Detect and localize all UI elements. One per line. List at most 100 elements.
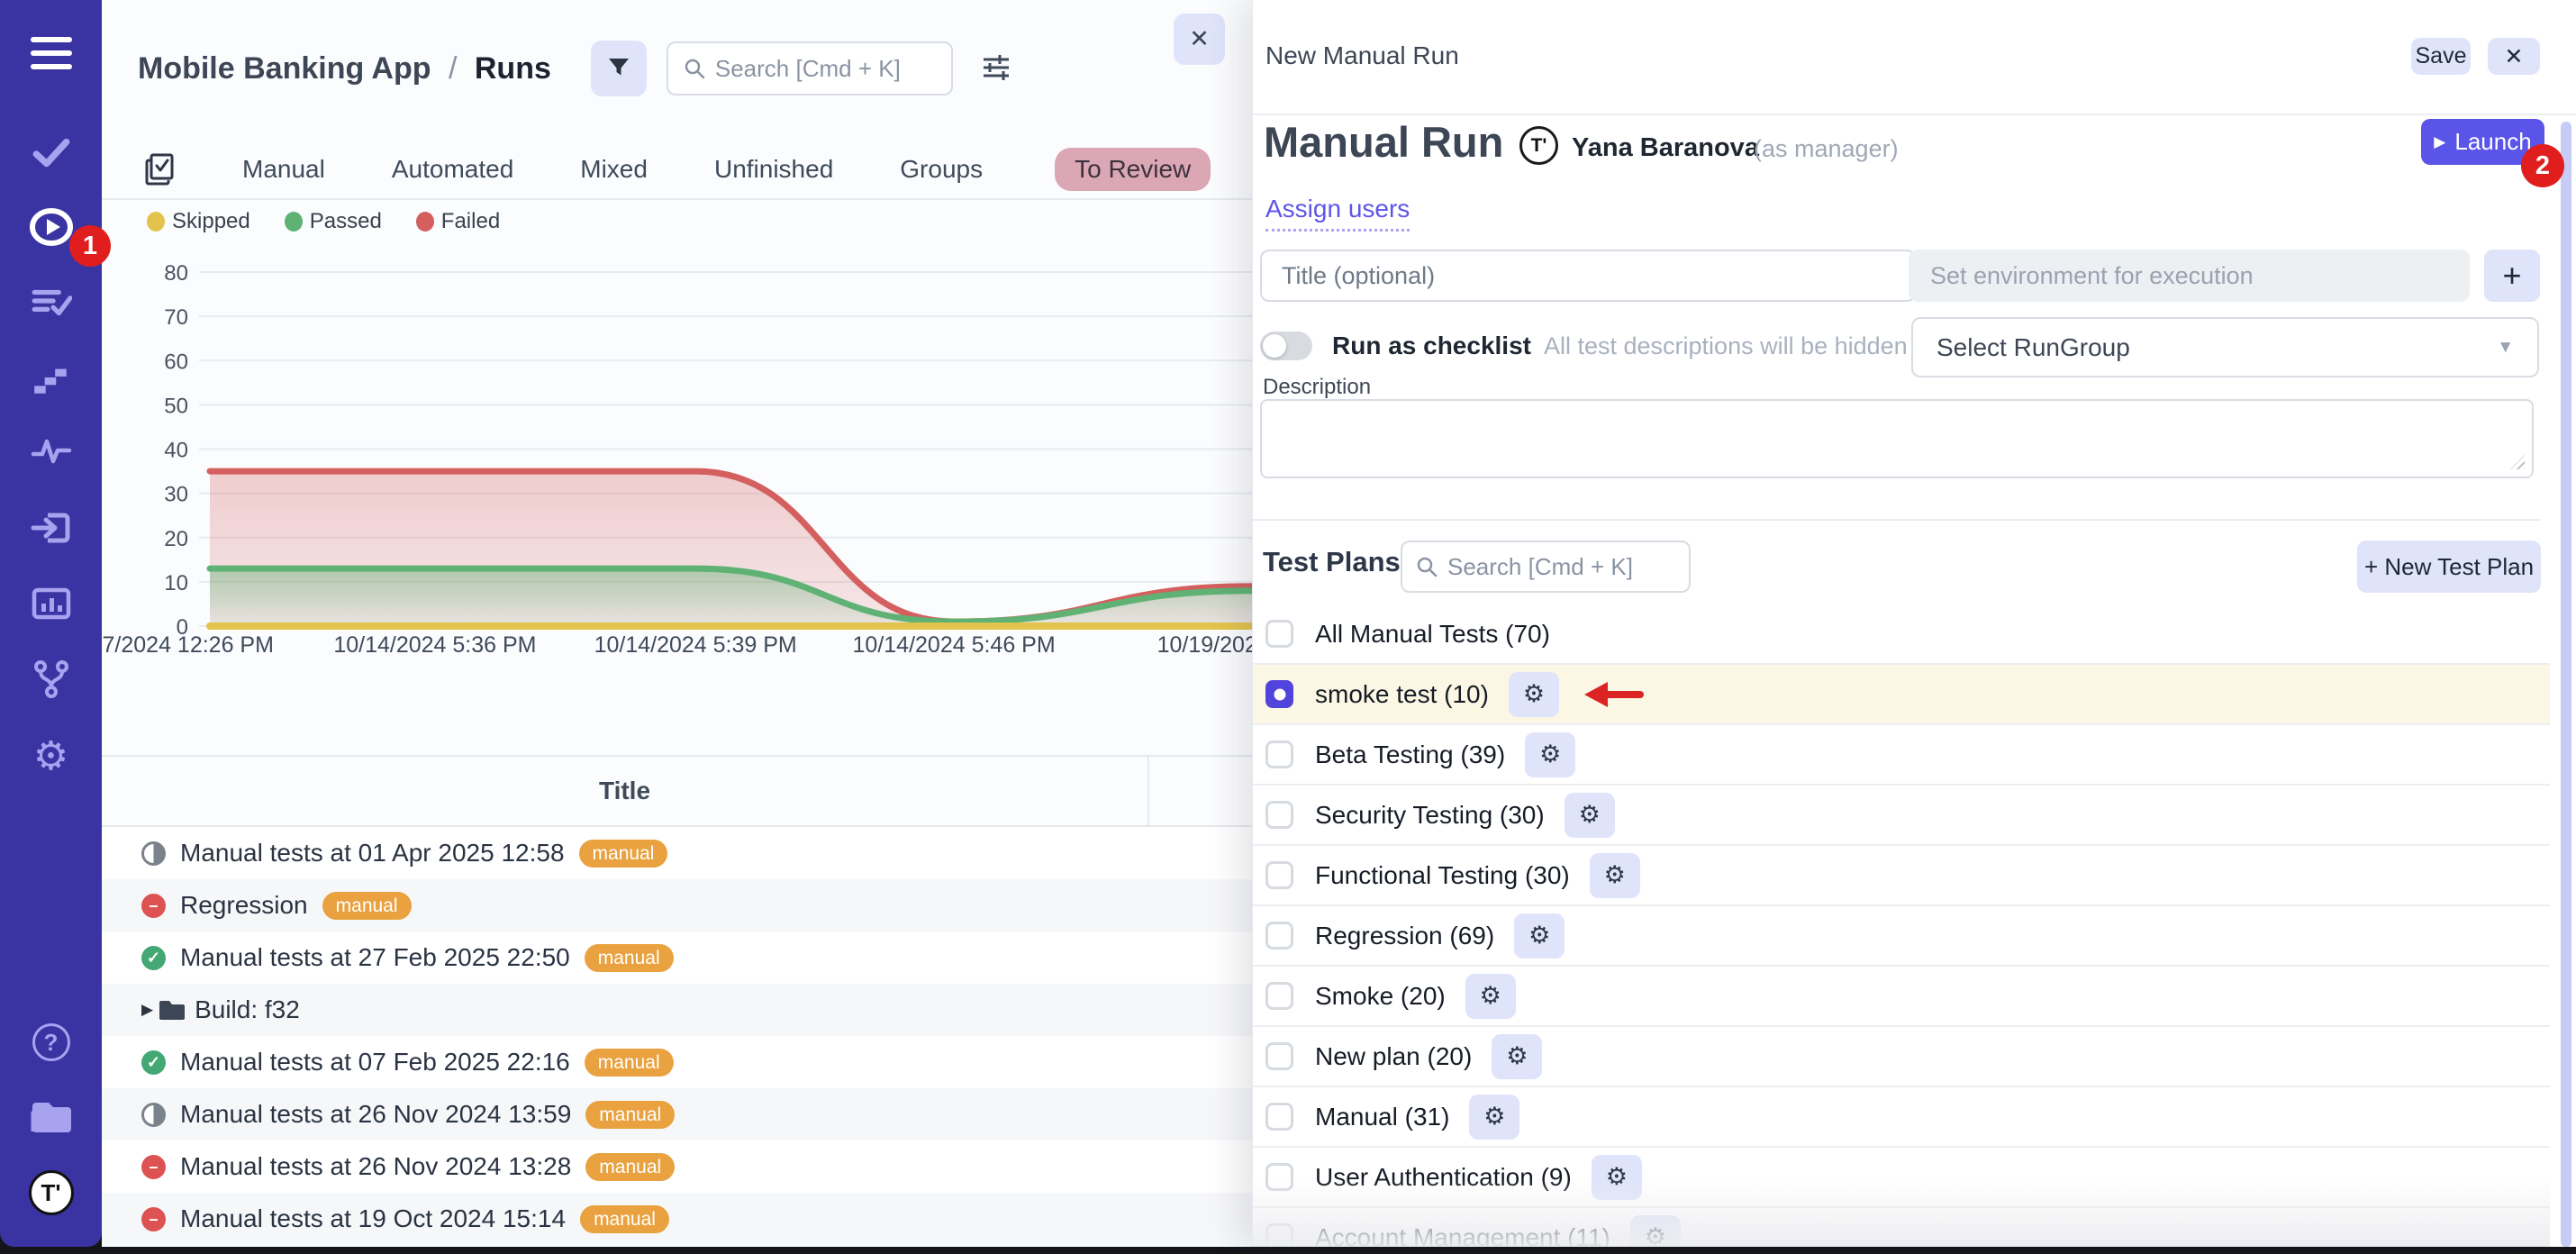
run-table-row[interactable]: ✓Manual tests at 27 Feb 2025 22:50manual — [102, 931, 1252, 984]
runs-play-icon[interactable] — [28, 204, 75, 250]
steps-icon[interactable] — [28, 355, 75, 402]
test-plan-row[interactable]: Manual (31)⚙ — [1253, 1087, 2550, 1148]
run-as-checklist-toggle[interactable] — [1260, 332, 1312, 360]
runs-panel-close-button[interactable]: ✕ — [1174, 14, 1225, 65]
legend-label: Skipped — [172, 209, 250, 234]
runs-search-input[interactable] — [715, 55, 937, 83]
description-textarea[interactable] — [1260, 399, 2534, 478]
test-plan-checkbox[interactable] — [1265, 620, 1293, 648]
panel-close-button[interactable]: ✕ — [2488, 38, 2540, 75]
run-table-row[interactable]: ▶Build: f32 — [102, 984, 1252, 1036]
run-table-row[interactable]: Manual tests at 26 Nov 2024 13:59manual — [102, 1088, 1252, 1140]
test-plan-settings-gear-icon[interactable]: ⚙ — [1590, 853, 1640, 898]
test-plan-row[interactable]: Functional Testing (30)⚙ — [1253, 846, 2550, 906]
activity-pulse-icon[interactable] — [28, 429, 75, 476]
tab-automated[interactable]: Automated — [392, 155, 513, 184]
test-plan-row[interactable]: Security Testing (30)⚙ — [1253, 786, 2550, 846]
expand-caret-icon[interactable]: ▶ — [141, 1001, 153, 1019]
rungroup-select[interactable]: Select RunGroup ▼ — [1911, 317, 2539, 377]
tab-manual[interactable]: Manual — [242, 155, 325, 184]
test-plan-row[interactable]: User Authentication (9)⚙ — [1253, 1148, 2550, 1208]
import-icon[interactable] — [28, 504, 75, 551]
test-plan-checkbox[interactable] — [1265, 1042, 1293, 1070]
assign-users-link[interactable]: Assign users — [1265, 195, 1410, 232]
test-plans-heading: Test Plans — [1263, 546, 1401, 578]
checklist-tab-icon[interactable] — [143, 152, 176, 186]
section-divider — [1253, 519, 2541, 521]
legend-item-failed[interactable]: Failed — [416, 209, 500, 234]
test-plan-row[interactable]: New plan (20)⚙ — [1253, 1027, 2550, 1087]
test-plan-checkbox[interactable] — [1265, 1223, 1293, 1247]
help-icon[interactable]: ? — [28, 1019, 75, 1066]
run-table-row[interactable]: –Regressionmanual — [102, 879, 1252, 931]
run-table-row[interactable]: Manual tests at 01 Apr 2025 12:58manual — [102, 827, 1252, 879]
test-plans-icon[interactable] — [28, 278, 75, 325]
branches-icon[interactable] — [28, 656, 75, 703]
save-button[interactable]: Save — [2411, 38, 2471, 75]
run-title-text: Manual tests at 07 Feb 2025 22:16 — [180, 1048, 570, 1077]
folder-icon — [159, 998, 186, 1022]
tab-to-review[interactable]: To Review — [1055, 148, 1211, 191]
test-plan-settings-gear-icon[interactable]: ⚙ — [1509, 672, 1559, 717]
menu-icon[interactable] — [28, 30, 75, 77]
test-plans-search-input[interactable] — [1447, 553, 1676, 581]
tests-check-icon[interactable] — [28, 129, 75, 176]
tab-mixed[interactable]: Mixed — [580, 155, 648, 184]
test-plan-label: All Manual Tests (70) — [1315, 620, 1550, 649]
test-plan-settings-gear-icon[interactable]: ⚙ — [1514, 913, 1565, 959]
test-plan-checkbox[interactable] — [1265, 1103, 1293, 1131]
app-logo[interactable]: T' — [28, 1169, 75, 1216]
manager-role-suffix: (as manager) — [1754, 135, 1899, 163]
test-plan-settings-gear-icon[interactable]: ⚙ — [1630, 1215, 1681, 1248]
run-type-badge: manual — [585, 1049, 674, 1077]
test-plan-checkbox[interactable] — [1265, 801, 1293, 829]
test-plan-checkbox[interactable] — [1265, 922, 1293, 950]
view-settings-sliders-icon[interactable] — [978, 51, 1014, 86]
run-title-text: Manual tests at 19 Oct 2024 15:14 — [180, 1204, 566, 1233]
test-plans-search — [1401, 541, 1691, 593]
add-environment-button[interactable]: + — [2484, 250, 2540, 302]
new-test-plan-button[interactable]: + New Test Plan — [2357, 541, 2541, 593]
test-plan-settings-gear-icon[interactable]: ⚙ — [1469, 1095, 1519, 1140]
test-plan-settings-gear-icon[interactable]: ⚙ — [1465, 974, 1516, 1019]
test-plan-settings-gear-icon[interactable]: ⚙ — [1565, 793, 1615, 838]
analytics-icon[interactable] — [28, 580, 75, 627]
test-plan-row[interactable]: Regression (69) ⚙ — [1253, 906, 2550, 967]
test-plan-row[interactable]: smoke test (10) ⚙ — [1253, 665, 2550, 725]
legend-item-passed[interactable]: Passed — [285, 209, 382, 234]
test-plan-row[interactable]: Beta Testing (39)⚙ — [1253, 725, 2550, 786]
environment-input[interactable] — [1909, 250, 2470, 302]
test-plan-checkbox[interactable] — [1265, 861, 1293, 889]
test-plan-settings-gear-icon[interactable]: ⚙ — [1525, 732, 1575, 777]
play-icon: ▶ — [2434, 133, 2445, 151]
run-table-row[interactable]: ✓Manual tests at 07 Feb 2025 22:16manual — [102, 1036, 1252, 1088]
runs-panel: Mobile Banking App / Runs ✕ Manual Autom… — [102, 0, 1252, 1247]
test-plan-label: Regression (69) — [1315, 922, 1494, 950]
breadcrumb-project[interactable]: Mobile Banking App — [138, 51, 431, 86]
run-table-row[interactable]: –Manual tests at 19 Oct 2024 15:14manual — [102, 1193, 1252, 1245]
settings-gear-icon[interactable]: ⚙ — [28, 732, 75, 779]
run-table-row[interactable]: –Manual tests at 26 Nov 2024 13:28manual — [102, 1140, 1252, 1193]
test-plan-checkbox[interactable] — [1265, 1163, 1293, 1191]
test-plan-label: smoke test (10) — [1315, 680, 1489, 709]
test-plan-settings-gear-icon[interactable]: ⚙ — [1492, 1034, 1542, 1079]
test-plan-row[interactable]: Account Management (11)⚙ — [1253, 1208, 2550, 1247]
manager-avatar[interactable]: T' — [1519, 126, 1558, 165]
test-plan-row[interactable]: All Manual Tests (70) — [1253, 604, 2550, 665]
legend-item-skipped[interactable]: Skipped — [147, 209, 250, 234]
projects-folder-icon[interactable] — [28, 1094, 75, 1140]
filter-button[interactable] — [591, 41, 647, 96]
test-plan-checkbox[interactable] — [1265, 982, 1293, 1010]
test-plan-settings-gear-icon[interactable]: ⚙ — [1592, 1155, 1642, 1200]
tab-unfinished[interactable]: Unfinished — [714, 155, 833, 184]
tab-groups[interactable]: Groups — [900, 155, 983, 184]
runs-table-header: Title — [102, 755, 1252, 827]
test-plan-checkbox[interactable] — [1265, 680, 1293, 708]
run-title-input[interactable] — [1260, 250, 1916, 302]
runs-table-body: Manual tests at 01 Apr 2025 12:58manual–… — [102, 827, 1252, 1245]
panel-scrollbar[interactable] — [2561, 122, 2571, 1247]
test-plan-checkbox[interactable] — [1265, 741, 1293, 768]
description-label: Description — [1263, 375, 1371, 400]
test-plan-row[interactable]: Smoke (20)⚙ — [1253, 967, 2550, 1027]
checklist-toggle-label: Run as checklist — [1332, 332, 1531, 360]
